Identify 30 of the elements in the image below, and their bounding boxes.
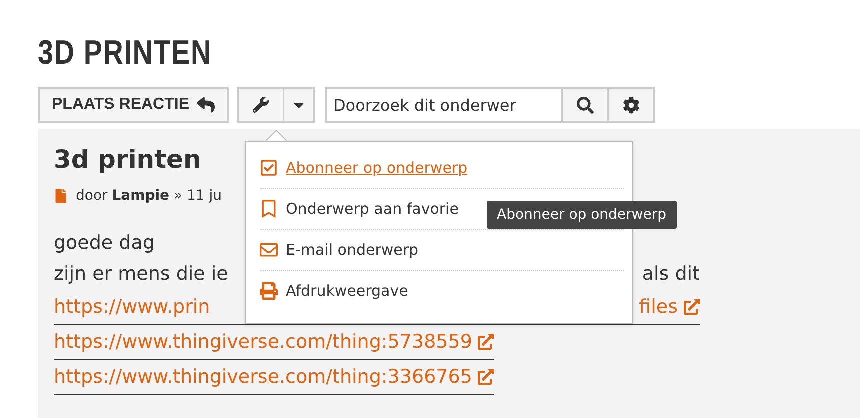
- search-field[interactable]: Doorzoek dit onderwer: [325, 87, 656, 123]
- file-icon: [54, 189, 68, 203]
- settings-icon: [622, 96, 640, 114]
- external-link-icon: [478, 369, 494, 385]
- post-text: als dit: [642, 262, 700, 287]
- menu-item[interactable]: Abonneer op onderwerp: [260, 148, 624, 189]
- external-link-icon: [478, 334, 494, 350]
- post-text: goede dag: [54, 231, 155, 256]
- post-link[interactable]: https://www.prin: [54, 290, 210, 324]
- post-title: 3d printen: [54, 145, 202, 174]
- menu-item[interactable]: Afdrukweergave: [260, 271, 624, 311]
- post-byline: door Lampie » 11 ju: [76, 188, 222, 204]
- settings-button[interactable]: [607, 89, 654, 121]
- post-reply-button[interactable]: PLAATS REACTIE: [38, 87, 230, 123]
- menu-item[interactable]: E-mail onderwerp: [260, 230, 624, 271]
- bookmark-icon: [260, 200, 278, 218]
- tooltip: Abonneer op onderwerp: [487, 201, 677, 229]
- search-button[interactable]: [561, 89, 608, 121]
- reply-icon: [197, 96, 216, 114]
- checkbox-icon: [260, 159, 278, 177]
- page-title: 3D PRINTEN: [38, 34, 212, 73]
- search-icon: [576, 96, 594, 114]
- post-link[interactable]: https://www.thingiverse.com/thing:3366765: [54, 360, 494, 394]
- post-text: zijn er mens die ie: [54, 262, 228, 287]
- wrench-icon: [253, 97, 270, 113]
- post-link[interactable]: files: [639, 290, 700, 324]
- printer-icon: [260, 282, 278, 300]
- post-link[interactable]: https://www.thingiverse.com/thing:5738559: [54, 325, 494, 359]
- envelope-icon: [260, 241, 278, 259]
- external-link-icon: [684, 299, 700, 315]
